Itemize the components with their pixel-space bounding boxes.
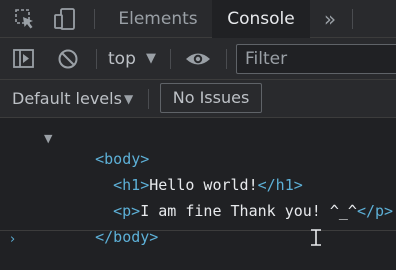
p-text: I am fine Thank you! ^_^	[140, 202, 357, 220]
console-line-h1[interactable]: <h1>Hello world!</h1>	[77, 152, 303, 194]
chevron-down-icon[interactable]: ▼	[124, 80, 133, 118]
prompt-chevron-icon: ›	[10, 232, 16, 247]
clear-console-icon[interactable]	[56, 47, 80, 71]
filter-field	[236, 44, 396, 74]
tabbar-divider	[94, 9, 95, 29]
inspect-cursor-icon[interactable]	[14, 8, 36, 30]
text-cursor-icon	[310, 229, 322, 246]
console-line-body-close[interactable]: </body>	[59, 204, 158, 246]
eye-icon[interactable]	[184, 49, 212, 69]
console-line-p[interactable]: <p>I am fine Thank you! ^_^</p>	[77, 178, 393, 220]
tabbar-divider	[352, 9, 353, 29]
levels-toolbar: Default levels ▼ No Issues	[0, 80, 396, 118]
chevron-down-icon[interactable]: ▼	[146, 38, 156, 80]
context-selector[interactable]: top	[108, 38, 136, 80]
filter-input[interactable]	[237, 45, 396, 73]
sidebar-toggle-icon[interactable]	[12, 48, 36, 70]
devtools-tabbar: Elements Console »	[0, 0, 396, 38]
toolbar-divider	[170, 49, 171, 69]
console-prompt[interactable]: ›	[0, 230, 396, 247]
expand-triangle-icon[interactable]: ▼	[44, 132, 52, 145]
toolbar-divider	[148, 89, 149, 109]
p-close-tag: </p>	[356, 202, 394, 220]
tab-elements[interactable]: Elements	[104, 0, 212, 38]
issues-button[interactable]: No Issues	[160, 83, 262, 113]
console-toolbar: top ▼	[0, 38, 396, 80]
device-toggle-icon[interactable]	[52, 7, 78, 31]
default-levels-dropdown[interactable]: Default levels	[12, 80, 122, 118]
tab-console[interactable]: Console	[212, 0, 310, 38]
console-line-body-open[interactable]: <body>	[59, 126, 149, 168]
toolbar-divider	[96, 49, 97, 69]
toolbar-divider	[226, 49, 227, 69]
more-tabs-button[interactable]: »	[318, 0, 342, 38]
